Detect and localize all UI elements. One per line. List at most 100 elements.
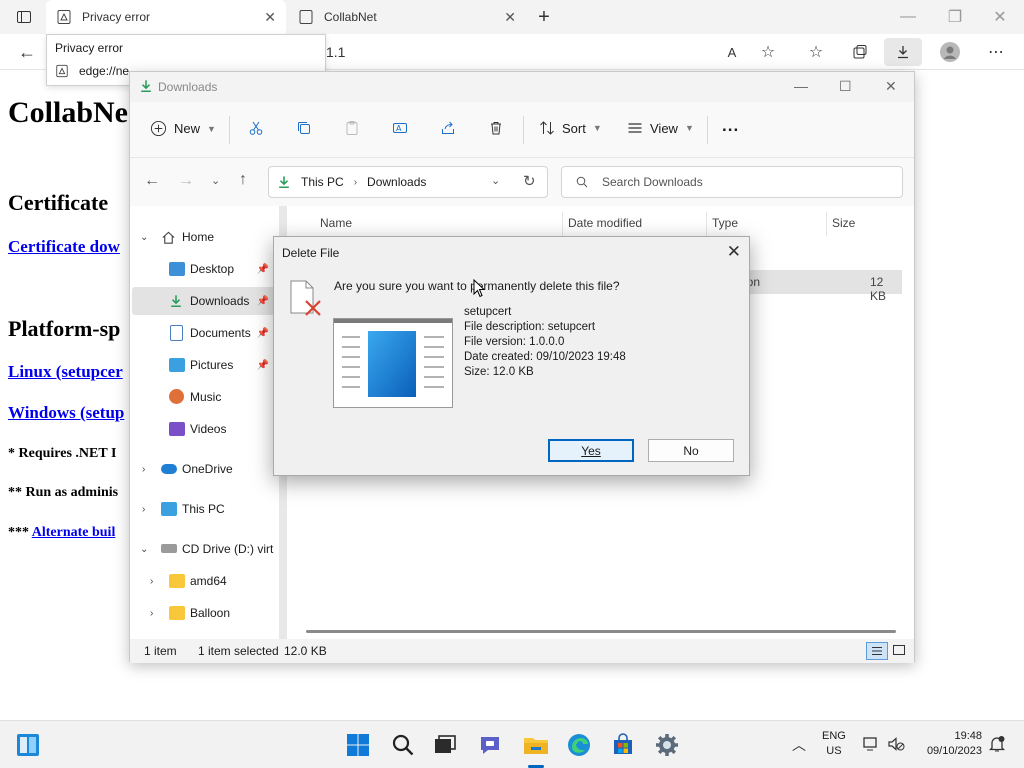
tiles-view-icon[interactable] (892, 643, 906, 657)
add-favorite-icon[interactable]: ☆ (758, 42, 778, 62)
column-divider[interactable] (562, 212, 563, 236)
store-icon[interactable] (611, 733, 635, 757)
show-hidden-icons-chevron-up-icon[interactable]: ︿ (792, 735, 806, 755)
horizontal-scrollbar[interactable] (306, 630, 896, 633)
search-box[interactable]: Search Downloads (561, 166, 903, 198)
downloads-icon[interactable] (884, 38, 922, 66)
search-icon[interactable] (391, 733, 415, 757)
rename-button[interactable]: A (392, 120, 408, 136)
share-button[interactable] (440, 120, 456, 136)
start-windows-icon[interactable] (346, 733, 370, 757)
column-size[interactable]: Size (832, 216, 855, 230)
address-bar[interactable]: 1.1 (326, 44, 345, 60)
cut-button[interactable] (248, 120, 264, 136)
task-view-icon[interactable] (433, 733, 457, 757)
copy-button[interactable] (296, 120, 312, 136)
sidebar-item-home[interactable]: ⌄ Home (132, 223, 275, 251)
tab-collabnet[interactable]: CollabNet ✕ (288, 0, 526, 34)
sidebar-item-cd-drive[interactable]: ⌄ CD Drive (D:) virt (132, 535, 275, 563)
alternate-build-link[interactable]: Alternate buil (32, 525, 116, 540)
divider (707, 116, 708, 144)
sidebar-item-music[interactable]: Music (132, 383, 275, 411)
sidebar-item-balloon[interactable]: › Balloon (132, 599, 275, 627)
sidebar-item-downloads[interactable]: Downloads 📌 (132, 287, 275, 315)
sidebar-item-pictures[interactable]: Pictures 📌 (132, 351, 275, 379)
tab-label: Privacy error (82, 10, 151, 24)
notification-bell-icon[interactable] (988, 735, 1006, 753)
new-button[interactable]: New ▼ (150, 120, 216, 137)
profile-avatar-icon[interactable] (940, 42, 960, 62)
close-window-icon[interactable]: ✕ (885, 78, 897, 95)
close-tab-icon[interactable]: ✕ (264, 9, 276, 26)
sort-button[interactable]: Sort ▼ (539, 120, 602, 136)
breadcrumb-downloads[interactable]: Downloads (367, 175, 426, 189)
close-browser-icon[interactable]: ✕ (990, 7, 1010, 27)
tab-privacy-error[interactable]: Privacy error ✕ (46, 0, 286, 34)
breadcrumb-this-pc[interactable]: This PC (301, 175, 344, 189)
refresh-icon[interactable]: ↻ (523, 172, 536, 190)
chevron-right-icon: › (142, 463, 146, 475)
minimize-icon[interactable]: — (794, 78, 808, 94)
sidebar-item-this-pc[interactable]: › This PC (132, 495, 275, 523)
sidebar-item-desktop[interactable]: Desktop 📌 (132, 255, 275, 283)
back-arrow-icon[interactable]: ← (17, 42, 37, 62)
sidebar-item-amd64[interactable]: › amd64 (132, 567, 275, 595)
forward-arrow-icon[interactable]: → (178, 172, 194, 190)
sidebar-item-onedrive[interactable]: › OneDrive (132, 455, 275, 483)
new-tab-icon[interactable]: + (534, 6, 554, 28)
address-dropdown-icon[interactable]: ⌄ (491, 174, 500, 187)
more-options-button[interactable]: ... (722, 116, 739, 136)
music-icon (169, 389, 184, 404)
network-icon[interactable] (863, 736, 881, 752)
linux-link[interactable]: Linux (setupcer (8, 362, 123, 382)
teams-chat-icon[interactable] (478, 733, 502, 757)
file-explorer-taskbar-icon[interactable] (523, 733, 548, 757)
divider (229, 116, 230, 144)
address-breadcrumb[interactable]: This PC › Downloads ⌄ ↻ (268, 166, 548, 198)
sidebar-item-videos[interactable]: Videos (132, 415, 275, 443)
column-date-modified[interactable]: Date modified (568, 216, 642, 230)
tab-actions-icon[interactable] (14, 7, 34, 27)
no-button[interactable]: No (648, 439, 734, 462)
status-bar: 1 item 1 item selected 12.0 KB (130, 639, 914, 663)
search-placeholder: Search Downloads (602, 175, 703, 189)
view-list-icon (628, 123, 642, 133)
minimize-browser-icon[interactable]: — (898, 7, 918, 27)
column-divider[interactable] (706, 212, 707, 236)
chevron-right-icon: › (142, 503, 146, 515)
windows-link[interactable]: Windows (setup (8, 403, 124, 423)
maximize-icon[interactable]: ☐ (839, 78, 852, 95)
up-arrow-icon[interactable]: ↑ (239, 171, 247, 189)
language-indicator[interactable]: ENG US (822, 729, 846, 759)
delete-button[interactable] (488, 120, 504, 136)
sidebar-item-documents[interactable]: Documents 📌 (132, 319, 275, 347)
alternate-prefix: *** (8, 525, 29, 540)
column-type[interactable]: Type (712, 216, 738, 230)
details-view-icon[interactable] (866, 642, 888, 660)
column-name[interactable]: Name (320, 216, 352, 230)
settings-more-icon[interactable]: ⋯ (986, 42, 1006, 62)
collections-icon[interactable] (850, 42, 870, 62)
settings-gear-icon[interactable] (655, 733, 679, 757)
chevron-down-icon: ▼ (207, 123, 216, 134)
back-arrow-icon[interactable]: ← (144, 172, 160, 190)
explorer-title: Downloads (158, 80, 218, 94)
edge-browser-icon[interactable] (567, 733, 591, 757)
share-icon (442, 121, 454, 134)
chevron-right-icon: › (150, 607, 154, 619)
view-button[interactable]: View ▼ (627, 120, 694, 136)
read-aloud-icon[interactable]: A (722, 42, 742, 62)
system-clock[interactable]: 19:48 09/10/2023 (927, 729, 982, 759)
widgets-icon[interactable] (16, 733, 40, 757)
certificate-download-link[interactable]: Certificate dow (8, 237, 120, 257)
volume-muted-icon[interactable] (887, 736, 905, 752)
close-dialog-icon[interactable]: ✕ (727, 242, 741, 262)
explorer-navigation-bar: ← → ⌄ ↑ This PC › Downloads ⌄ ↻ Search D… (130, 158, 914, 206)
recent-locations-icon[interactable]: ⌄ (211, 174, 220, 187)
favorites-icon[interactable]: ☆ (806, 42, 826, 62)
column-divider[interactable] (826, 212, 827, 236)
restore-browser-icon[interactable]: ❐ (945, 7, 965, 27)
sidebar-item-label: CD Drive (D:) virt (182, 542, 274, 556)
yes-button[interactable]: Yes (548, 439, 634, 462)
close-tab-icon[interactable]: ✕ (504, 9, 516, 26)
